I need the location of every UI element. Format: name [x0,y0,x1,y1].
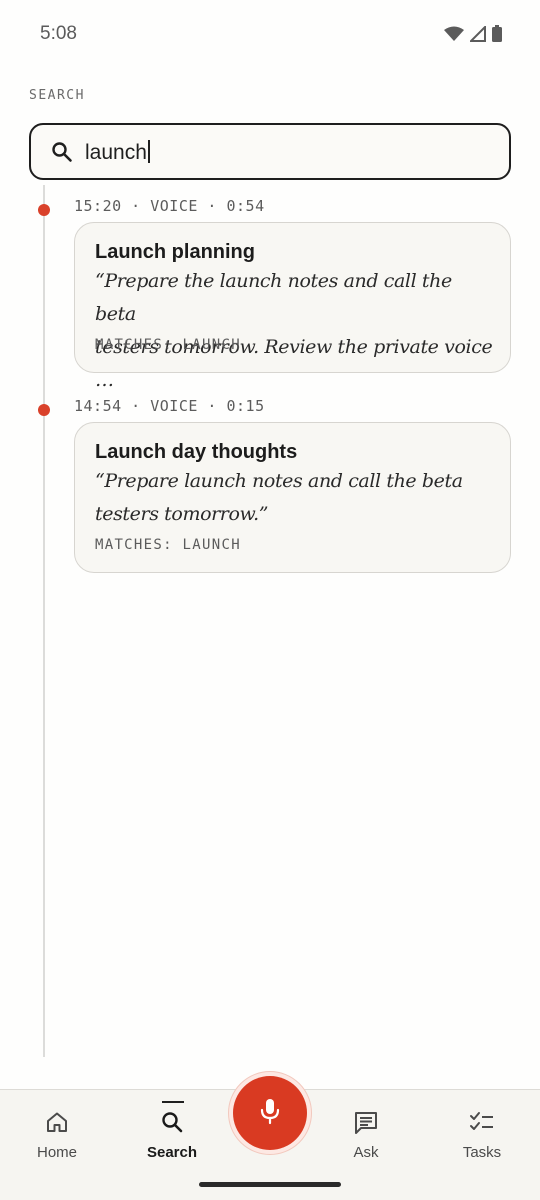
status-bar: 5:08 [0,0,540,68]
entry-meta: 14:54 · VOICE · 0:15 [74,397,265,415]
nav-item-tasks[interactable]: Tasks [432,1110,532,1170]
search-input[interactable]: launch [29,123,511,180]
nav-item-home[interactable]: Home [7,1110,107,1170]
nav-item-search[interactable]: Search [122,1110,222,1170]
search-icon [122,1110,222,1136]
nav-label: Ask [353,1144,379,1161]
search-query-text: launch [85,141,147,164]
card-title: Launch planning [95,241,255,263]
timeline-dot [38,204,50,216]
wifi-icon [444,26,464,47]
entry-meta: 15:20 · VOICE · 0:54 [74,197,265,215]
record-button[interactable] [233,1076,307,1150]
text-caret [147,140,150,163]
status-icons [444,24,502,47]
active-tab-indicator [162,1101,184,1103]
card-quote-line: testers tomorrow.” [95,503,269,525]
microphone-icon [259,1097,281,1130]
battery-icon [492,25,502,47]
nav-label: Home [36,1144,77,1161]
timeline-line [43,185,45,1057]
card-quote-line: “Prepare the launch notes and call the b… [95,270,452,325]
page-title: SEARCH [29,88,85,103]
nav-label: Search [146,1144,198,1161]
card-title: Launch day thoughts [95,441,298,463]
chat-icon [316,1110,416,1136]
nav-item-ask[interactable]: Ask [316,1110,416,1170]
nav-label: Tasks [462,1144,502,1161]
home-indicator[interactable] [199,1182,341,1187]
card-matches: MATCHES: LAUNCH [95,537,241,553]
home-icon [7,1110,107,1136]
search-icon [51,141,73,168]
card-quote-line: “Prepare launch notes and call the beta [95,470,463,492]
tasks-icon [432,1110,532,1136]
search-input-value: launch [85,140,150,165]
signal-icon [468,24,486,47]
timeline-dot [38,404,50,416]
result-card-launch-day-thoughts[interactable]: Launch day thoughts “Prepare launch note… [74,422,511,573]
card-quote: “Prepare the launch notes and call the b… [95,265,495,397]
status-time: 5:08 [40,23,77,44]
card-matches: MATCHES: LAUNCH [95,337,241,353]
card-quote: “Prepare launch notes and call the beta … [95,465,495,531]
result-card-launch-planning[interactable]: Launch planning “Prepare the launch note… [74,222,511,391]
